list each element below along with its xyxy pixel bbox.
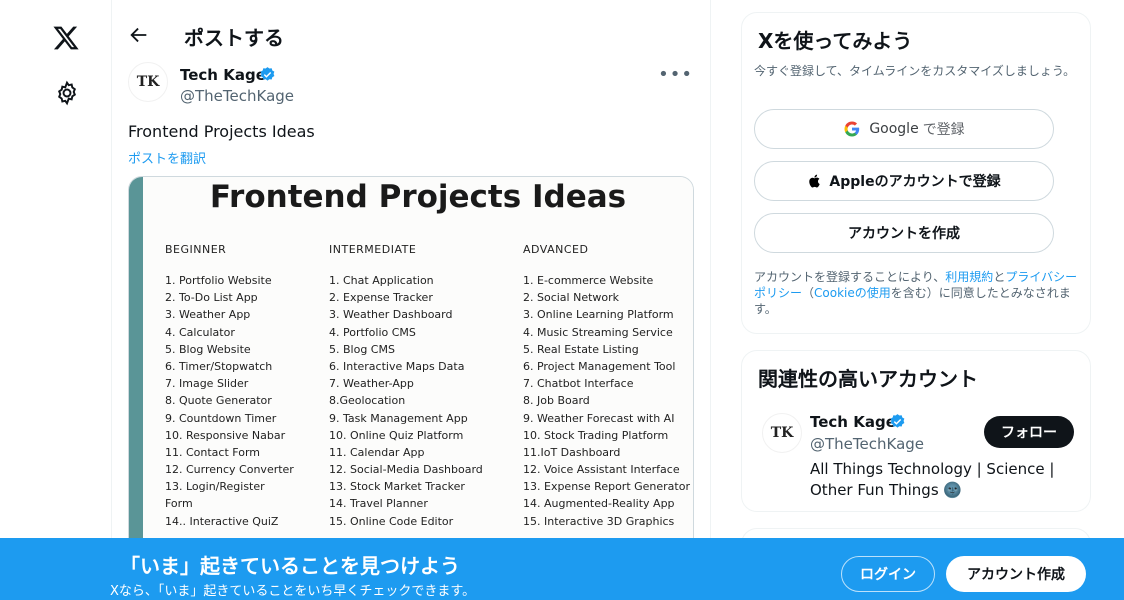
column-head: ADVANCED — [523, 243, 589, 256]
google-signup-button[interactable]: Google で登録 — [754, 109, 1054, 149]
post-author: TK Tech Kage @TheTechKage ••• — [128, 62, 693, 110]
list-item: 9. Weather Forecast with AI — [523, 411, 675, 425]
list-item: 7. Chatbot Interface — [523, 377, 634, 391]
column-head: INTERMEDIATE — [329, 243, 417, 256]
list-item: 14. Augmented-Reality App — [523, 497, 675, 511]
author-handle[interactable]: @TheTechKage — [180, 87, 294, 105]
relevant-accounts-card: 関連性の高いアカウント TK Tech Kage @TheTechKage Al… — [741, 350, 1091, 512]
list-item: 4. Music Streaming Service — [523, 325, 673, 339]
list-item: 4. Portfolio CMS — [329, 325, 416, 339]
list-item: 7. Weather-App — [329, 377, 414, 391]
google-label: Google — [869, 121, 919, 137]
verified-badge-icon — [260, 67, 275, 81]
create-account-button[interactable]: アカウントを作成 — [754, 213, 1054, 253]
list-item: 14.. Interactive QuiZ — [165, 514, 279, 528]
post-image[interactable]: Frontend Projects Ideas BEGINNER 1. Port… — [128, 176, 694, 556]
list-item: 12. Voice Assistant Interface — [523, 463, 680, 477]
list-item: 1. Portfolio Website — [165, 274, 272, 287]
legal-and: と — [993, 270, 1006, 284]
image-title: Frontend Projects Ideas — [209, 179, 627, 215]
list-item: 9. Task Management App — [329, 411, 468, 425]
list-item: 6. Project Management Tool — [523, 359, 676, 373]
list-item: 11. Contact Form — [165, 445, 260, 459]
list-item: 3. Weather Dashboard — [329, 308, 453, 322]
list-item: 14. Travel Planner — [329, 497, 428, 511]
list-item: 13. Login/Register — [165, 480, 265, 494]
column-head: BEGINNER — [165, 243, 227, 256]
list-item: 2. Expense Tracker — [329, 291, 433, 305]
signup-subtitle: 今すぐ登録して、タイムラインをカスタマイズしましょう。 — [754, 64, 1076, 78]
legal-text: アカウントを登録することにより、利用規約とプライバシーポリシー（Cookieの使… — [754, 269, 1082, 317]
apple-signup-button[interactable]: Appleのアカウントで登録 — [754, 161, 1054, 201]
advanced-column: ADVANCED 1. E-commerce Website 2. Social… — [523, 243, 690, 532]
list-item: 5. Blog CMS — [329, 342, 395, 356]
apple-icon — [809, 174, 821, 188]
account-bio: All Things Technology | Science | Other … — [810, 460, 1055, 499]
list-item: 1. E-commerce Website — [523, 274, 654, 287]
signup-button[interactable]: アカウント作成 — [946, 556, 1086, 592]
cookie-link[interactable]: Cookieの使用 — [814, 286, 891, 300]
x-logo-icon[interactable] — [52, 24, 80, 52]
list-item: Form — [165, 497, 193, 511]
avatar[interactable]: TK — [128, 62, 168, 102]
banner-subtitle: Xなら、「いま」起きていることをいち早くチェックできます。 — [110, 584, 476, 599]
list-item: 6. Interactive Maps Data — [329, 359, 465, 373]
terms-link[interactable]: 利用規約 — [945, 270, 993, 284]
google-icon — [844, 121, 860, 137]
author-name[interactable]: Tech Kage — [180, 66, 266, 84]
page-title: ポストする — [184, 26, 284, 50]
list-item: 2. To-Do List App — [165, 291, 258, 305]
signup-banner: 「いま」起きていることを見つけよう Xなら、「いま」起きていることをいち早くチェ… — [0, 538, 1124, 600]
main-column: ポストする TK Tech Kage @TheTechKage ••• Fron… — [112, 0, 711, 600]
list-item: 1. Chat Application — [329, 274, 434, 287]
list-item: 8. Job Board — [523, 394, 590, 408]
list-item: 4. Calculator — [165, 325, 235, 339]
list-item: 13. Expense Report Generator — [523, 480, 690, 494]
post-text: Frontend Projects Ideas — [128, 122, 315, 141]
list-item: 3. Weather App — [165, 308, 251, 322]
google-suffix: で登録 — [922, 122, 965, 138]
beginner-column: BEGINNER 1. Portfolio Website 2. To-Do L… — [165, 243, 294, 532]
list-item: 8.Geolocation — [329, 394, 406, 408]
list-item: 13. Stock Market Tracker — [329, 480, 465, 494]
verified-badge-icon — [890, 414, 905, 428]
translate-link[interactable]: ポストを翻訳 — [128, 148, 206, 167]
follow-button[interactable]: フォロー — [984, 416, 1074, 448]
gear-icon[interactable] — [54, 80, 80, 106]
list-item: 5. Blog Website — [165, 342, 251, 356]
account-name[interactable]: Tech Kage — [810, 413, 896, 431]
legal-paren: （ — [802, 286, 815, 300]
signup-card: Xを使ってみよう 今すぐ登録して、タイムラインをカスタマイズしましょう。 Goo… — [741, 12, 1091, 334]
list-item: 15. Online Code Editor — [329, 514, 454, 528]
intermediate-column: INTERMEDIATE 1. Chat Application 2. Expe… — [329, 243, 483, 532]
left-nav — [0, 0, 112, 600]
list-item: 7. Image Slider — [165, 377, 249, 391]
image-accent-bar — [129, 177, 143, 555]
list-item: 8. Quote Generator — [165, 394, 272, 408]
relevant-title: 関連性の高いアカウント — [758, 367, 978, 391]
list-item: 5. Real Estate Listing — [523, 342, 639, 356]
legal-prefix: アカウントを登録することにより、 — [754, 270, 946, 284]
list-item: 10. Online Quiz Platform — [329, 428, 464, 442]
list-item: 11.IoT Dashboard — [523, 445, 621, 459]
more-dots-icon[interactable]: ••• — [658, 64, 693, 85]
apple-label: Appleのアカウントで登録 — [829, 174, 1001, 190]
avatar[interactable]: TK — [762, 413, 802, 453]
list-item: 6. Timer/Stopwatch — [165, 359, 273, 373]
list-item: 9. Countdown Timer — [165, 411, 277, 425]
banner-title: 「いま」起きていることを見つけよう — [120, 554, 460, 578]
login-button[interactable]: ログイン — [841, 556, 935, 592]
signup-title: Xを使ってみよう — [758, 29, 913, 53]
list-item: 12. Currency Converter — [165, 463, 294, 477]
list-item: 11. Calendar App — [329, 445, 425, 459]
arrow-left-icon[interactable] — [128, 24, 150, 46]
list-item: 2. Social Network — [523, 291, 620, 305]
list-item: 10. Stock Trading Platform — [523, 428, 669, 442]
list-item: 3. Online Learning Platform — [523, 308, 674, 322]
image-content: Frontend Projects Ideas BEGINNER 1. Port… — [143, 177, 693, 555]
account-handle[interactable]: @TheTechKage — [810, 435, 924, 453]
list-item: 10. Responsive Nabar — [165, 428, 286, 442]
list-item: 12. Social-Media Dashboard — [329, 463, 483, 477]
list-item: 15. Interactive 3D Graphics — [523, 514, 675, 528]
